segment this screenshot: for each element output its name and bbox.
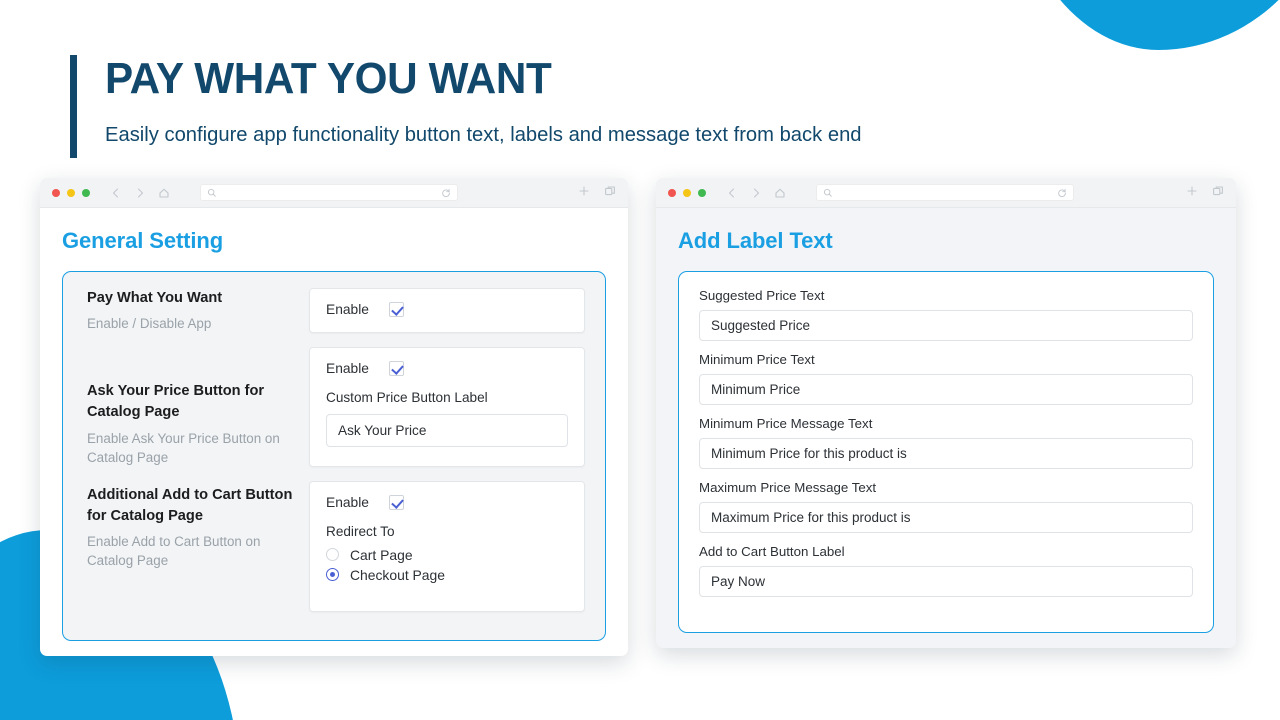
plus-icon[interactable]: [1186, 184, 1198, 202]
field-add-to-cart-button-label: Add to Cart Button Label Pay Now: [699, 544, 1193, 597]
reload-icon[interactable]: [441, 188, 451, 198]
plus-icon[interactable]: [578, 184, 590, 202]
radio-label: Checkout Page: [350, 566, 445, 583]
page-subtitle: Easily configure app functionality butto…: [105, 123, 862, 146]
setting-description: Enable Ask Your Price Button on Catalog …: [87, 430, 280, 465]
minimize-window-dot[interactable]: [683, 188, 691, 197]
enable-checkbox-additional-add-to-cart[interactable]: [388, 494, 404, 510]
radio-checkout-page[interactable]: [326, 568, 339, 582]
radio-option-checkout-page[interactable]: Checkout Page: [326, 567, 568, 583]
slide-canvas: PAY WHAT YOU WANT Easily configure app f…: [0, 0, 1280, 720]
label-fields-container: Suggested Price Text Suggested Price Min…: [678, 271, 1214, 633]
minimum-price-message-text-input[interactable]: Minimum Price for this product is: [699, 438, 1193, 469]
back-arrow-icon[interactable]: [110, 187, 122, 199]
enable-label: Enable: [326, 494, 369, 510]
minimize-window-dot[interactable]: [67, 188, 75, 197]
browser-toolbar-right: [656, 178, 1236, 208]
setting-row-pay-what-you-want: Pay What You Want Enable / Disable App E…: [87, 288, 585, 334]
field-maximum-price-message-text: Maximum Price Message Text Maximum Price…: [699, 480, 1193, 533]
field-suggested-price-text: Suggested Price Text Suggested Price: [699, 288, 1193, 341]
address-bar[interactable]: [816, 184, 1074, 201]
browser-toolbar-left: [40, 178, 628, 208]
address-bar[interactable]: [200, 184, 458, 201]
field-minimum-price-message-text: Minimum Price Message Text Minimum Price…: [699, 416, 1193, 469]
heading-accent-bar: [70, 55, 77, 158]
radio-cart-page[interactable]: [326, 548, 339, 562]
field-label: Minimum Price Message Text: [699, 416, 873, 431]
suggested-price-text-input[interactable]: Suggested Price: [699, 310, 1193, 341]
field-minimum-price-text: Minimum Price Text Minimum Price: [699, 352, 1193, 405]
general-setting-body: General Setting Pay What You Want Enable…: [40, 208, 628, 656]
custom-price-button-label-label: Custom Price Button Label: [326, 390, 488, 406]
maximize-window-dot[interactable]: [698, 188, 706, 197]
copy-windows-icon[interactable]: [1212, 184, 1224, 202]
minimum-price-text-input[interactable]: Minimum Price: [699, 374, 1193, 405]
general-settings-container: Pay What You Want Enable / Disable App E…: [62, 271, 606, 641]
decorative-blob-top-right: [1010, 0, 1280, 50]
general-setting-title: General Setting: [62, 228, 224, 253]
copy-windows-icon[interactable]: [604, 184, 616, 202]
radio-label: Cart Page: [350, 546, 413, 563]
back-arrow-icon[interactable]: [726, 187, 738, 199]
reload-icon[interactable]: [1057, 188, 1067, 198]
traffic-lights: [668, 188, 706, 197]
field-label: Add to Cart Button Label: [699, 544, 845, 559]
browser-window-add-label-text: Add Label Text Suggested Price Text Sugg…: [656, 178, 1236, 648]
field-label: Maximum Price Message Text: [699, 480, 877, 495]
field-label: Suggested Price Text: [699, 288, 825, 303]
maximize-window-dot[interactable]: [82, 188, 90, 197]
home-icon[interactable]: [774, 187, 786, 199]
custom-price-button-label-input[interactable]: Ask Your Price: [326, 414, 568, 448]
setting-row-additional-add-to-cart: Additional Add to Cart Button for Catalo…: [87, 480, 585, 612]
page-title: PAY WHAT YOU WANT: [105, 54, 552, 103]
enable-checkbox-pay-what-you-want[interactable]: [388, 302, 404, 317]
maximum-price-message-text-input[interactable]: Maximum Price for this product is: [699, 502, 1193, 533]
search-icon: [823, 188, 833, 198]
radio-option-cart-page[interactable]: Cart Page: [326, 547, 568, 563]
setting-title: Ask Your Price Button for Catalog Page: [87, 383, 265, 421]
home-icon[interactable]: [158, 187, 170, 199]
field-label: Minimum Price Text: [699, 352, 815, 367]
enable-label: Enable: [326, 361, 369, 377]
add-label-text-body: Add Label Text Suggested Price Text Sugg…: [656, 208, 1236, 648]
setting-title: Pay What You Want: [87, 290, 223, 306]
enable-label: Enable: [326, 302, 369, 317]
forward-arrow-icon[interactable]: [750, 187, 762, 199]
add-label-text-title: Add Label Text: [678, 228, 833, 253]
enable-checkbox-ask-your-price[interactable]: [388, 361, 404, 377]
setting-description: Enable / Disable App: [87, 316, 212, 332]
close-window-dot[interactable]: [668, 188, 676, 197]
setting-row-ask-your-price: Ask Your Price Button for Catalog Page E…: [87, 347, 585, 467]
add-to-cart-button-label-input[interactable]: Pay Now: [699, 566, 1193, 597]
forward-arrow-icon[interactable]: [134, 187, 146, 199]
browser-window-general-setting: General Setting Pay What You Want Enable…: [40, 178, 628, 656]
setting-title: Additional Add to Cart Button for Catalo…: [87, 486, 293, 524]
traffic-lights: [52, 188, 90, 197]
redirect-to-label: Redirect To: [326, 523, 395, 539]
close-window-dot[interactable]: [52, 188, 60, 197]
setting-description: Enable Add to Cart Button on Catalog Pag…: [87, 533, 261, 568]
search-icon: [207, 188, 217, 198]
hero-heading: PAY WHAT YOU WANT Easily configure app f…: [70, 55, 873, 158]
